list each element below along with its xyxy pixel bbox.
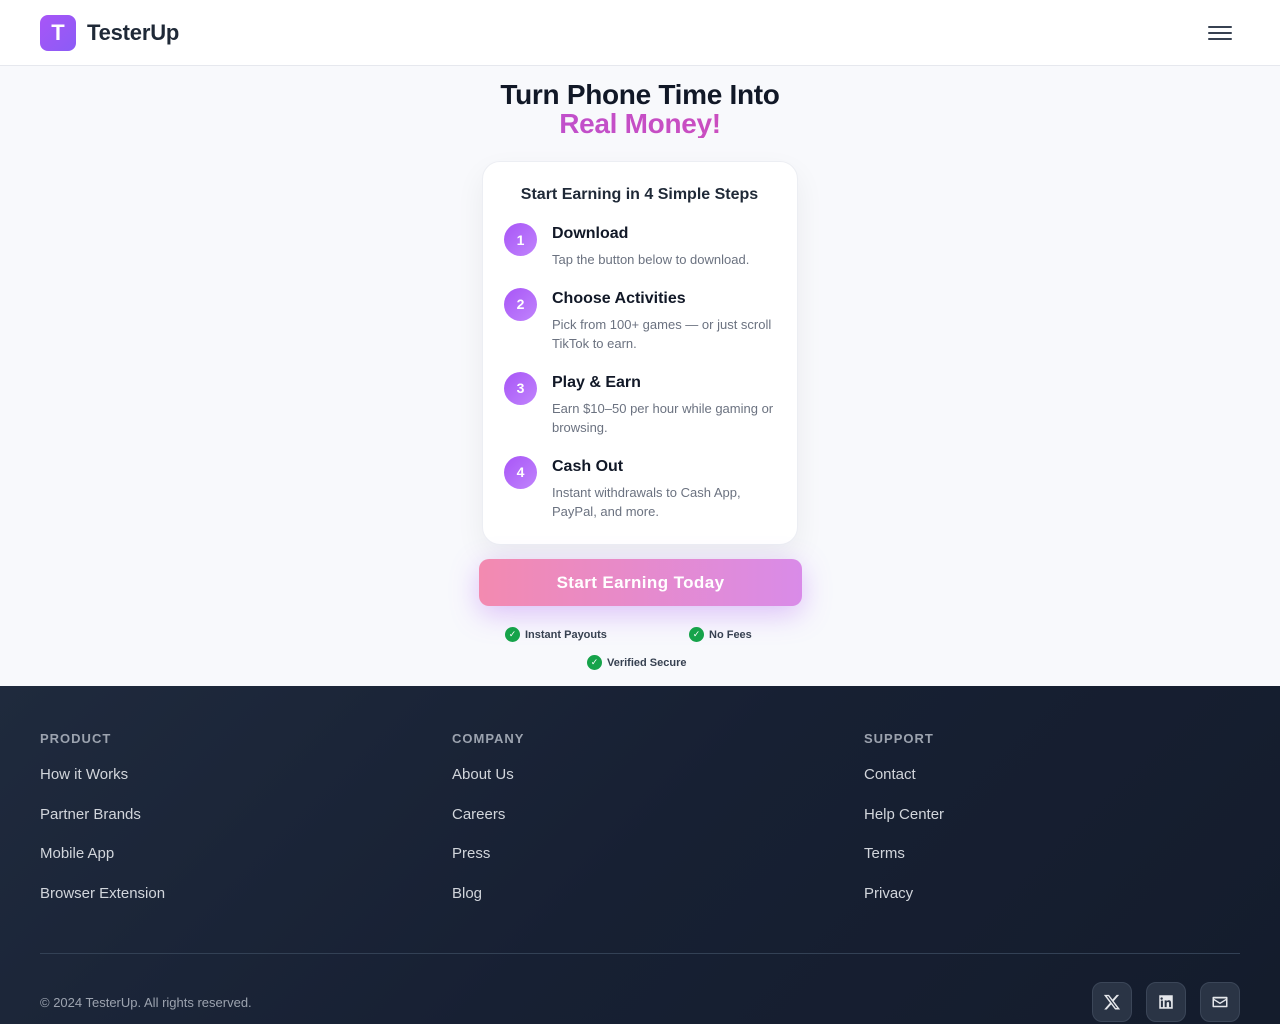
steps-title: Start Earning in 4 Simple Steps	[520, 186, 759, 203]
step-title: Cash Out	[552, 457, 624, 475]
footer-link-careers[interactable]: Careers	[452, 806, 524, 846]
logo-icon: T	[40, 14, 76, 51]
step-title: Play & Earn	[552, 373, 641, 391]
step-description: Pick from 100+ games — or just scroll Ti…	[552, 316, 772, 352]
step-item: 3 Play & Earn Earn $10–50 per hour while…	[504, 371, 775, 438]
step-text: Cash Out Instant withdrawals to Cash App…	[552, 457, 775, 522]
trust-badge-no-fees: ✓ No Fees	[689, 627, 752, 642]
footer-divider	[40, 953, 1240, 954]
check-icon: ✓	[587, 655, 602, 670]
step-number-badge: 2	[504, 287, 537, 321]
mail-icon[interactable]	[1200, 982, 1240, 1022]
site-footer: PRODUCT How it Works Partner Brands Mobi…	[0, 686, 1280, 1024]
step-description: Instant withdrawals to Cash App, PayPal,…	[552, 484, 741, 520]
badge-label: Instant Payouts	[525, 628, 607, 641]
step-title: Choose Activities	[552, 289, 686, 307]
footer-link-terms[interactable]: Terms	[864, 845, 944, 885]
start-earning-button[interactable]: Start Earning Today	[479, 559, 802, 606]
check-icon: ✓	[689, 627, 704, 642]
trust-badge-verified-secure: ✓ Verified Secure	[587, 655, 687, 670]
footer-column-company: COMPANY About Us Careers Press Blog	[452, 731, 524, 925]
brand[interactable]: T TesterUp	[40, 14, 180, 51]
step-item: 4 Cash Out Instant withdrawals to Cash A…	[504, 455, 775, 522]
footer-link-about-us[interactable]: About Us	[452, 766, 524, 806]
footer-link-press[interactable]: Press	[452, 845, 524, 885]
footer-link-partner-brands[interactable]: Partner Brands	[40, 806, 165, 846]
step-description: Earn $10–50 per hour while gaming or bro…	[552, 400, 774, 436]
trust-badge-instant-payouts: ✓ Instant Payouts	[505, 627, 607, 642]
step-description: Tap the button below to download.	[552, 252, 750, 267]
step-title: Download	[552, 225, 629, 242]
badge-label: Verified Secure	[607, 656, 687, 669]
step-text: Play & Earn Earn $10–50 per hour while g…	[552, 373, 775, 438]
site-header: T TesterUp	[0, 0, 1280, 66]
footer-link-help-center[interactable]: Help Center	[864, 806, 944, 846]
x-icon[interactable]	[1092, 982, 1132, 1022]
check-icon: ✓	[505, 627, 520, 642]
footer-column-heading: PRODUCT	[40, 731, 112, 746]
hamburger-menu-icon[interactable]	[1206, 22, 1234, 44]
footer-link-contact[interactable]: Contact	[864, 766, 944, 806]
menu-bar	[1208, 37, 1232, 40]
step-text: Download Tap the button below to downloa…	[552, 224, 749, 270]
brand-name: TesterUp	[87, 19, 180, 45]
menu-bar	[1208, 31, 1232, 34]
hero-title: Turn Phone Time Into Real Money!	[0, 80, 1280, 138]
menu-bar	[1208, 25, 1232, 28]
step-text: Choose Activities Pick from 100+ games —…	[552, 289, 775, 354]
footer-link-privacy[interactable]: Privacy	[864, 885, 944, 925]
steps-card: Start Earning in 4 Simple Steps 1 Downlo…	[482, 161, 798, 545]
footer-column-heading: SUPPORT	[864, 731, 934, 746]
step-number-badge: 3	[504, 371, 537, 405]
footer-link-blog[interactable]: Blog	[452, 885, 524, 925]
linkedin-icon[interactable]	[1146, 982, 1186, 1022]
step-item: 2 Choose Activities Pick from 100+ games…	[504, 287, 775, 354]
hero-title-accent: Real Money!	[0, 109, 1280, 138]
footer-link-mobile-app[interactable]: Mobile App	[40, 845, 165, 885]
step-number-badge: 4	[504, 455, 537, 489]
footer-column-support: SUPPORT Contact Help Center Terms Privac…	[864, 731, 944, 925]
hero-title-line1: Turn Phone Time Into	[500, 79, 780, 110]
footer-column-heading: COMPANY	[452, 731, 525, 746]
hero-section: Turn Phone Time Into Real Money! Start E…	[0, 66, 1280, 686]
step-item: 1 Download Tap the button below to downl…	[504, 223, 775, 270]
copyright-text: © 2024 TesterUp. All rights reserved.	[40, 995, 252, 1010]
footer-link-how-it-works[interactable]: How it Works	[40, 766, 165, 806]
badge-label: No Fees	[709, 628, 752, 641]
social-links	[1092, 982, 1240, 1022]
footer-column-product: PRODUCT How it Works Partner Brands Mobi…	[40, 731, 165, 925]
footer-link-browser-extension[interactable]: Browser Extension	[40, 885, 165, 925]
step-number-badge: 1	[504, 223, 537, 256]
